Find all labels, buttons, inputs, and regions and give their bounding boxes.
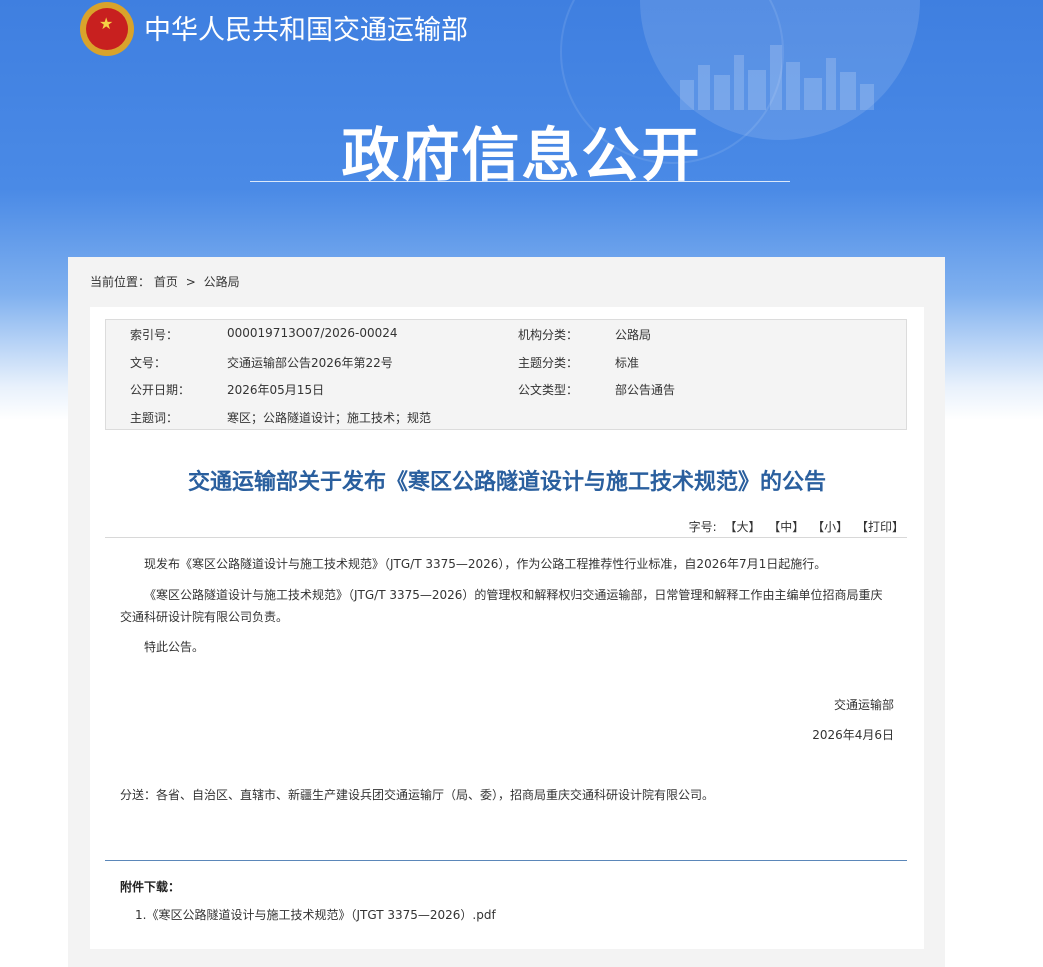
metadata-row: 主题词： 寒区；公路隧道设计；施工技术；规范	[106, 403, 906, 431]
breadcrumb-separator: >	[185, 275, 196, 289]
title-divider	[105, 537, 907, 538]
metadata-value: 部公告通告	[615, 383, 676, 397]
metadata-key: 索引号：	[130, 328, 179, 342]
font-size-label: 字号:	[688, 520, 717, 534]
metadata-value: 寒区；公路隧道设计；施工技术；规范	[227, 411, 432, 425]
metadata-key: 文号：	[130, 356, 167, 370]
metadata-key: 机构分类：	[518, 328, 579, 342]
metadata-value: 2026年05月15日	[227, 383, 325, 397]
metadata-value: 标准	[615, 356, 640, 370]
banner-title: 政府信息公开	[341, 121, 702, 189]
article-paragraph: 《寒区公路隧道设计与施工技术规范》（JTG/T 3375—2026）的管理权和解…	[120, 588, 883, 624]
font-medium-button[interactable]: 【中】	[768, 520, 804, 534]
content-wrapper: 当前位置： 首页 > 公路局 索引号： 000019713O07/2026-00…	[68, 257, 945, 967]
metadata-key: 公文类型：	[518, 383, 579, 397]
font-small-button[interactable]: 【小】	[812, 520, 848, 534]
metadata-key: 主题分类：	[518, 356, 579, 370]
metadata-value: 000019713O07/2026-00024	[227, 326, 398, 340]
metadata-table: 索引号： 000019713O07/2026-00024 机构分类： 公路局 文…	[105, 319, 907, 430]
article-paragraph: 特此公告。	[144, 640, 205, 654]
attachment-divider	[105, 860, 907, 861]
signer: 交通运输部	[833, 698, 894, 712]
metadata-key: 公开日期：	[130, 383, 191, 397]
city-skyline-graphic	[680, 45, 874, 110]
attachment-heading: 附件下载：	[120, 880, 181, 894]
metadata-key: 主题词：	[130, 411, 179, 425]
breadcrumb-current-link[interactable]: 公路局	[204, 275, 240, 289]
breadcrumb: 当前位置： 首页 > 公路局	[90, 273, 240, 290]
national-emblem-logo[interactable]	[80, 2, 134, 56]
banner-divider	[250, 181, 790, 182]
ministry-name[interactable]: 中华人民共和国交通运输部	[144, 8, 468, 47]
font-large-button[interactable]: 【大】	[724, 520, 760, 534]
breadcrumb-home-link[interactable]: 首页	[154, 275, 178, 289]
metadata-value: 交通运输部公告2026年第22号	[227, 356, 393, 370]
metadata-value: 公路局	[615, 328, 652, 342]
article-panel: 索引号： 000019713O07/2026-00024 机构分类： 公路局 文…	[90, 307, 924, 949]
print-button[interactable]: 【打印】	[856, 520, 904, 534]
distribution-list: 分送：各省、自治区、直辖市、新疆生产建设兵团交通运输厅（局、委），招商局重庆交通…	[120, 788, 715, 802]
article-title: 交通运输部关于发布《寒区公路隧道设计与施工技术规范》的公告	[187, 470, 826, 495]
attachment-link[interactable]: 1.《寒区公路隧道设计与施工技术规范》（JTGT 3375—2026）.pdf	[135, 906, 496, 923]
metadata-row: 公开日期： 2026年05月15日 公文类型： 部公告通告	[106, 375, 906, 403]
metadata-row: 文号： 交通运输部公告2026年第22号 主题分类： 标准	[106, 348, 906, 376]
metadata-row: 索引号： 000019713O07/2026-00024 机构分类： 公路局	[106, 320, 906, 348]
article-paragraph: 现发布《寒区公路隧道设计与施工技术规范》（JTG/T 3375—2026），作为…	[144, 557, 827, 571]
breadcrumb-label: 当前位置：	[90, 275, 151, 289]
font-size-controls: 字号: 【大】 【中】 【小】 【打印】	[689, 518, 904, 535]
sign-date: 2026年4月6日	[812, 728, 894, 742]
